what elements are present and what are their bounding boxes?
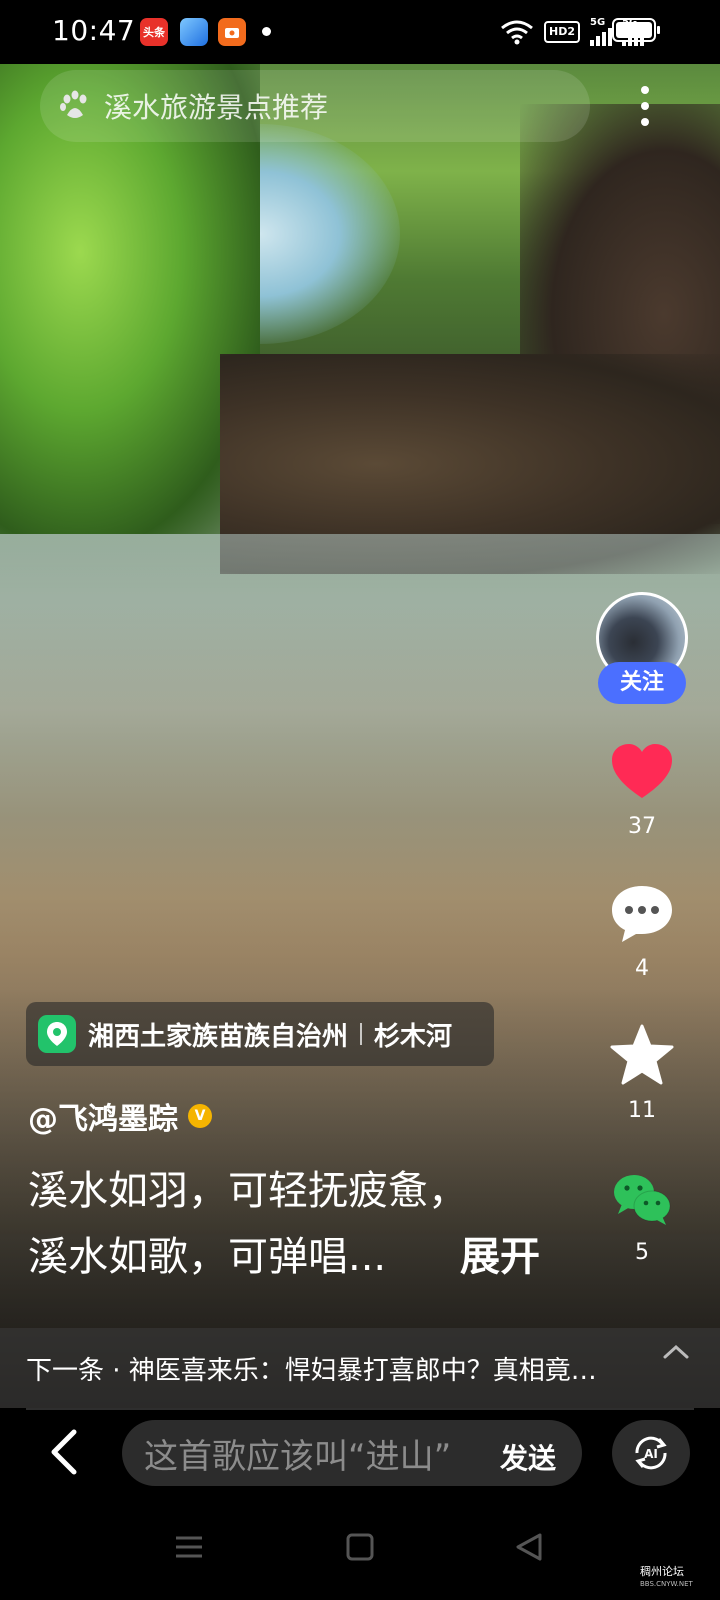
like-heart-icon[interactable]	[608, 738, 676, 806]
follow-button[interactable]: 关注	[598, 662, 686, 704]
browser-app-icon	[180, 18, 208, 46]
send-button[interactable]: 发送	[500, 1437, 556, 1477]
divider	[26, 1408, 694, 1410]
more-options-icon[interactable]	[640, 84, 650, 128]
search-bar[interactable]: 溪水旅游景点推荐	[40, 70, 590, 142]
wifi-icon	[501, 20, 533, 45]
comment-placeholder: 这首歌应该叫“进山”	[144, 1436, 452, 1477]
ai-button[interactable]: AI	[612, 1420, 690, 1486]
status-bar: 10:47 头条 HD2 5G 5G	[0, 0, 720, 64]
signal-1-icon: 5G	[590, 18, 612, 46]
toutiao-app-icon: 头条	[140, 18, 168, 46]
location-region: 湘西土家族苗族自治州	[88, 1021, 349, 1052]
author-name[interactable]: @飞鸿墨踪 V	[28, 1094, 212, 1138]
share-count: 5	[635, 1240, 649, 1265]
search-query: 溪水旅游景点推荐	[104, 91, 329, 124]
next-video-title: 下一条 · 神医喜来乐：悍妇暴打喜郎中？真相竟然是这样	[26, 1355, 616, 1386]
favorite-star-icon[interactable]	[608, 1022, 676, 1090]
nav-home-icon[interactable]	[343, 1530, 377, 1564]
baidu-paw-icon	[60, 90, 87, 118]
status-time: 10:47	[52, 14, 136, 47]
watermark-url: BBS.CNYW.NET	[640, 1580, 693, 1588]
location-tag[interactable]: 湘西土家族苗族自治州 杉木河	[26, 1002, 494, 1066]
ai-label: AI	[644, 1447, 658, 1461]
location-pin-icon	[38, 1015, 76, 1053]
author-handle: @飞鸿墨踪	[28, 1102, 178, 1137]
ai-refresh-icon: AI	[635, 1436, 667, 1470]
watermark-name: 稠州论坛	[640, 1565, 684, 1578]
nav-menu-icon[interactable]	[172, 1530, 206, 1564]
location-separator	[360, 1023, 363, 1045]
favorite-count: 11	[628, 1098, 656, 1123]
shop-app-icon	[218, 18, 246, 46]
like-count: 37	[628, 814, 656, 839]
network-type-label: 5G	[590, 17, 606, 28]
expand-caption-button[interactable]: 展开	[460, 1226, 540, 1288]
hd-voice-icon: HD2	[544, 21, 580, 43]
next-video-bar[interactable]: 下一条 · 神医喜来乐：悍妇暴打喜郎中？真相竟然是这样	[0, 1328, 720, 1408]
back-arrow-icon[interactable]	[46, 1428, 82, 1476]
watermark: 稠州论坛 BBS.CNYW.NET	[640, 1565, 693, 1591]
comment-count: 4	[635, 956, 649, 981]
nav-back-icon[interactable]	[512, 1530, 546, 1564]
battery-icon	[612, 18, 660, 42]
chevron-up-icon[interactable]	[662, 1338, 690, 1366]
caption-line-1: 溪水如羽，可轻抚疲惫，	[28, 1168, 468, 1214]
location-place: 杉木河	[374, 1021, 453, 1052]
comment-bubble-icon[interactable]	[608, 880, 676, 948]
notification-dot-icon	[262, 27, 271, 36]
verified-badge-icon: V	[188, 1104, 212, 1128]
wechat-share-icon[interactable]	[608, 1166, 676, 1234]
